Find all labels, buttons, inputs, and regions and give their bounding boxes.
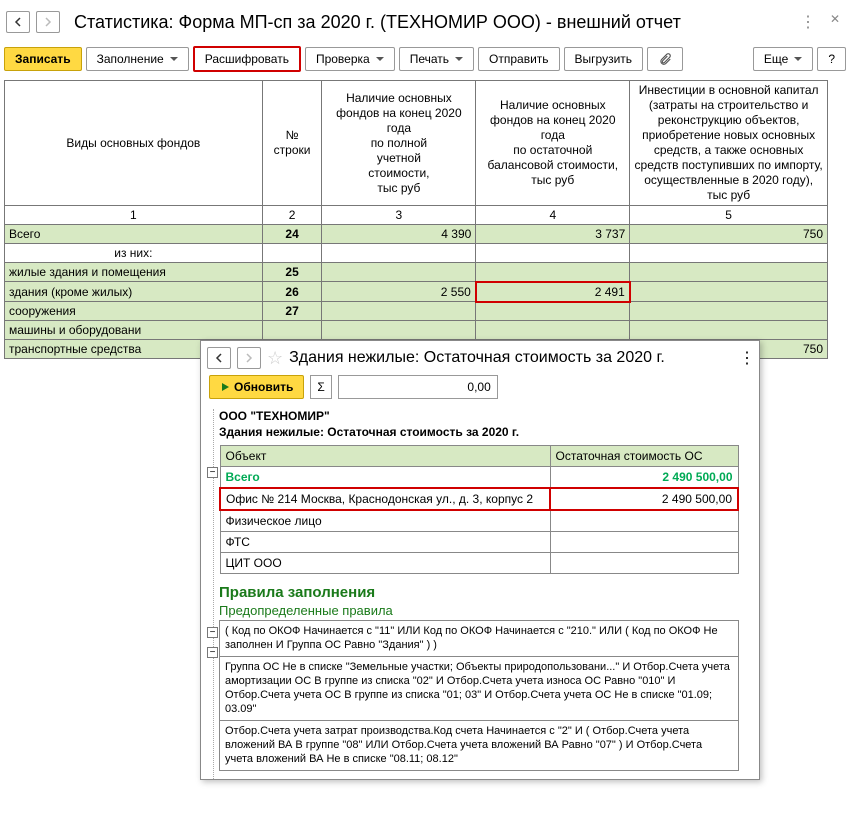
- popup-subtitle: Здания нежилые: Остаточная стоимость за …: [219, 425, 751, 439]
- popup-back-button[interactable]: [207, 347, 231, 369]
- page-title: Статистика: Форма МП-сп за 2020 г. (ТЕХН…: [74, 12, 790, 33]
- sum-field: 0,00: [338, 375, 498, 399]
- kebab-icon[interactable]: ⋮: [796, 8, 818, 36]
- cell[interactable]: [322, 263, 476, 282]
- print-button[interactable]: Печать: [399, 47, 474, 71]
- rules-subtitle: Предопределенные правила: [219, 603, 751, 618]
- sum-button[interactable]: Σ: [310, 375, 331, 399]
- colnum: 4: [476, 206, 630, 225]
- nav-back-button[interactable]: [6, 11, 30, 33]
- col-header-num: № строки: [262, 81, 322, 206]
- row-num: [262, 321, 322, 340]
- decode-button[interactable]: Расшифровать: [193, 46, 301, 72]
- cell-highlight[interactable]: 2 491: [476, 282, 630, 302]
- row-name: сооружения: [5, 302, 263, 321]
- rule-row: Отбор.Счета учета затрат производства.Ко…: [220, 720, 739, 770]
- row-val: 2 490 500,00: [550, 467, 738, 489]
- tree-toggle[interactable]: −: [207, 467, 218, 478]
- tree-toggle[interactable]: −: [207, 647, 218, 658]
- row-val: [550, 532, 738, 553]
- rule-row: Группа ОС Не в списке "Земельные участки…: [220, 656, 739, 720]
- rules-title: Правила заполнения: [219, 584, 751, 601]
- cell: [476, 244, 630, 263]
- col-header-3: Наличие основных фондов на конец 2020 го…: [322, 81, 476, 206]
- cell[interactable]: [630, 302, 828, 321]
- th-value: Остаточная стоимость ОС: [550, 446, 738, 467]
- toolbar: Записать Заполнение Расшифровать Проверк…: [4, 44, 846, 78]
- help-button[interactable]: ?: [817, 47, 846, 71]
- cell[interactable]: [476, 263, 630, 282]
- org-name: ООО "ТЕХНОМИР": [219, 409, 751, 423]
- row-obj: Всего: [220, 467, 550, 489]
- row-name: Всего: [5, 225, 263, 244]
- send-button[interactable]: Отправить: [478, 47, 560, 71]
- th-object: Объект: [220, 446, 550, 467]
- colnum: 2: [262, 206, 322, 225]
- main-grid: Виды основных фондов № строки Наличие ос…: [4, 80, 828, 359]
- close-icon[interactable]: ✕: [826, 8, 844, 36]
- cell[interactable]: [630, 282, 828, 302]
- tree-toggle[interactable]: −: [207, 627, 218, 638]
- more-button[interactable]: Еще: [753, 47, 813, 71]
- cell[interactable]: [630, 263, 828, 282]
- row-num: 27: [262, 302, 322, 321]
- star-icon[interactable]: ☆: [267, 348, 283, 369]
- refresh-button[interactable]: Обновить: [209, 375, 304, 399]
- row-val: 2 490 500,00: [550, 488, 738, 510]
- attach-button[interactable]: [647, 47, 683, 71]
- row-name: машины и оборудовани: [5, 321, 263, 340]
- popup-window: ☆ Здания нежилые: Остаточная стоимость з…: [200, 340, 760, 780]
- row-val: [550, 553, 738, 574]
- cell[interactable]: 750: [630, 225, 828, 244]
- fill-button[interactable]: Заполнение: [86, 47, 189, 71]
- cell[interactable]: 4 390: [322, 225, 476, 244]
- popup-fwd-button[interactable]: [237, 347, 261, 369]
- row-name: жилые здания и помещения: [5, 263, 263, 282]
- row-obj[interactable]: ЦИТ ООО: [220, 553, 550, 574]
- col-header-4: Наличие основных фондов на конец 2020 го…: [476, 81, 630, 206]
- popup-kebab-icon[interactable]: ⋮: [739, 348, 753, 368]
- row-name: здания (кроме жилых): [5, 282, 263, 302]
- col-header-kind: Виды основных фондов: [5, 81, 263, 206]
- cell[interactable]: 2 550: [322, 282, 476, 302]
- cell: [322, 244, 476, 263]
- row-obj[interactable]: Физическое лицо: [220, 510, 550, 532]
- cell[interactable]: [630, 321, 828, 340]
- colnum: 5: [630, 206, 828, 225]
- cell[interactable]: [322, 321, 476, 340]
- row-num: 25: [262, 263, 322, 282]
- colnum: 1: [5, 206, 263, 225]
- cell[interactable]: [476, 321, 630, 340]
- cell: [630, 244, 828, 263]
- rule-row: ( Код по ОКОФ Начинается с "11" ИЛИ Код …: [220, 621, 739, 657]
- unload-button[interactable]: Выгрузить: [564, 47, 644, 71]
- detail-table: Объект Остаточная стоимость ОС Всего 2 4…: [219, 445, 739, 574]
- rules-table: ( Код по ОКОФ Начинается с "11" ИЛИ Код …: [219, 620, 739, 771]
- row-obj[interactable]: ФТС: [220, 532, 550, 553]
- row-obj[interactable]: Офис № 214 Москва, Краснодонская ул., д.…: [220, 488, 550, 510]
- save-button[interactable]: Записать: [4, 47, 82, 71]
- colnum: 3: [322, 206, 476, 225]
- check-button[interactable]: Проверка: [305, 47, 395, 71]
- cell[interactable]: [322, 302, 476, 321]
- row-name: из них:: [5, 244, 263, 263]
- row-num: [262, 244, 322, 263]
- row-num: 24: [262, 225, 322, 244]
- cell[interactable]: [476, 302, 630, 321]
- cell[interactable]: 3 737: [476, 225, 630, 244]
- row-val: [550, 510, 738, 532]
- row-num: 26: [262, 282, 322, 302]
- popup-title: Здания нежилые: Остаточная стоимость за …: [289, 349, 733, 367]
- nav-fwd-button[interactable]: [36, 11, 60, 33]
- col-header-5: Инвестиции в основной капитал (затраты н…: [630, 81, 828, 206]
